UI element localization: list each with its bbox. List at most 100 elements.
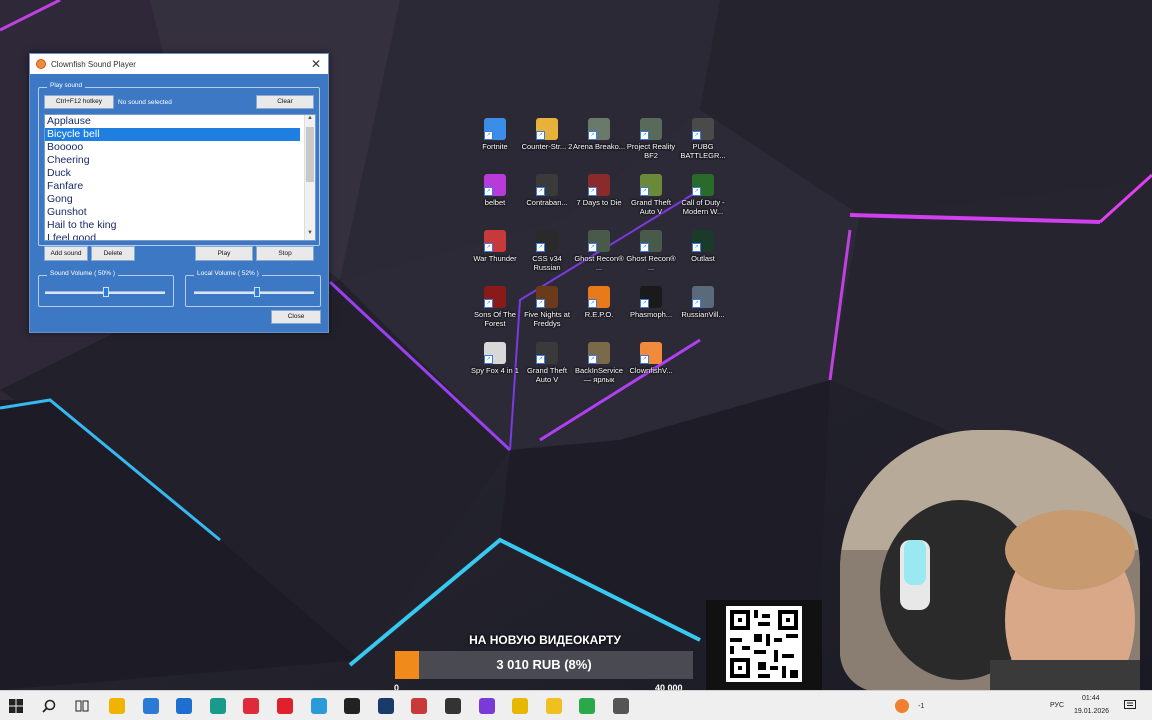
counter-strike-icon: ↗	[536, 118, 558, 140]
desktop-icon-label: Grand Theft Auto V	[631, 198, 671, 216]
spy-fox-icon: ↗	[484, 342, 506, 364]
language-indicator[interactable]: РУС	[1050, 702, 1064, 709]
desktop-icon[interactable]: ↗ Ghost Recon® ...	[572, 230, 626, 272]
desktop-icon[interactable]: ↗ War Thunder	[468, 230, 522, 263]
shortcut-arrow-icon: ↗	[536, 299, 545, 308]
desktop-icon[interactable]: ↗ belbet	[468, 174, 522, 207]
back-in-service-icon: ↗	[588, 342, 610, 364]
opera-gx-icon[interactable]	[243, 698, 260, 714]
sound-list-item[interactable]: Gunshot	[45, 206, 315, 219]
clock-date[interactable]: 19.01.2026	[1074, 708, 1109, 715]
fnaf-icon: ↗	[536, 286, 558, 308]
tf-icon[interactable]	[411, 698, 428, 714]
sound-list-item[interactable]: I feel good	[45, 232, 315, 240]
desktop-icon-label: Outlast	[691, 254, 715, 263]
desktop-icon[interactable]: ↗ CSS v34 Russian	[520, 230, 574, 272]
desktop-icon[interactable]: ↗ Grand Theft Auto V	[520, 342, 574, 384]
delete-button[interactable]: Delete	[91, 246, 135, 261]
shortcut-arrow-icon: ↗	[692, 243, 701, 252]
stop-button[interactable]: Stop	[256, 246, 314, 261]
qr-code-icon	[726, 606, 802, 682]
app2-icon[interactable]	[478, 698, 495, 714]
desktop-icon[interactable]: ↗ 7 Days to Die	[572, 174, 626, 207]
local-volume-group: Local Volume ( 52% )	[185, 270, 321, 307]
desktop-icon[interactable]: ↗ BackInService — ярлык	[572, 342, 626, 384]
shortcut-arrow-icon: ↗	[640, 131, 649, 140]
epic-games-icon[interactable]	[344, 698, 361, 714]
desktop-icon[interactable]: ↗ PUBG BATTLEGR...	[676, 118, 730, 160]
shortcut-arrow-icon: ↗	[640, 187, 649, 196]
scroll-down-icon[interactable]: ▼	[305, 230, 315, 240]
edge-icon[interactable]	[209, 698, 226, 714]
close-window-icon[interactable]: ✕	[308, 56, 324, 72]
app-icon[interactable]	[445, 698, 461, 714]
desktop-icon[interactable]: ↗ Sons Of The Forest	[468, 286, 522, 328]
add-sound-button[interactable]: Add sound	[44, 246, 88, 261]
desktop-icon[interactable]: ↗ R.E.P.O.	[572, 286, 626, 319]
close-button[interactable]: Close	[271, 310, 321, 324]
weather-temp: -1	[918, 703, 925, 710]
desktop-icon[interactable]: ↗ Outlast	[676, 230, 730, 263]
task-view-icon[interactable]	[75, 699, 89, 713]
status-label: No sound selected	[118, 99, 172, 106]
shortcut-arrow-icon: ↗	[536, 355, 545, 364]
notifications-icon[interactable]	[1124, 700, 1136, 711]
desktop-icon-label: Grand Theft Auto V	[527, 366, 567, 384]
list-scrollbar[interactable]: ▲ ▼	[304, 115, 315, 240]
steam-icon[interactable]	[377, 698, 394, 714]
desktop-icon-label: BackInService — ярлык	[575, 366, 623, 384]
sound-list-item[interactable]: Booooo	[45, 141, 315, 154]
desktop-icon-label: Fortnite	[482, 142, 508, 151]
clear-button[interactable]: Clear	[256, 95, 314, 109]
file-explorer-icon[interactable]	[109, 698, 125, 714]
desktop-icon[interactable]: ↗ Arena Breako...	[572, 118, 626, 151]
sound-list-item[interactable]: Bicycle bell	[45, 128, 300, 141]
shortcut-arrow-icon: ↗	[536, 131, 545, 140]
belbet-icon: ↗	[484, 174, 506, 196]
sound-list-item[interactable]: Fanfare	[45, 180, 315, 193]
sound-list-item[interactable]: Applause	[45, 115, 315, 128]
desktop-icon[interactable]: ↗ Contraban...	[520, 174, 574, 207]
desktop-icon[interactable]: ↗ Project Reality BF2	[624, 118, 678, 160]
clock-time[interactable]: 01:44	[1082, 695, 1100, 702]
outlast-icon: ↗	[692, 230, 714, 252]
window-title: Clownfish Sound Player	[51, 59, 136, 69]
green-app-icon[interactable]	[579, 698, 596, 714]
sound-volume-slider[interactable]	[103, 287, 109, 297]
desktop-icon[interactable]: ↗ Five Nights at Freddys	[520, 286, 574, 328]
coin-icon[interactable]	[512, 698, 529, 714]
sound-list-item[interactable]: Duck	[45, 167, 315, 180]
weather-icon[interactable]	[895, 699, 909, 713]
desktop-icon[interactable]: ↗ Spy Fox 4 in 1	[468, 342, 522, 375]
search-icon[interactable]	[42, 699, 56, 713]
desktop-icon[interactable]: ↗ RussianVill...	[676, 286, 730, 319]
opera-icon[interactable]	[277, 698, 293, 714]
play-button[interactable]: Play	[195, 246, 253, 261]
gear-icon[interactable]	[613, 698, 629, 714]
scrollbar-thumb[interactable]	[306, 127, 314, 182]
desktop-icon[interactable]: ↗ ClownfishV...	[624, 342, 678, 375]
desktop-icon[interactable]: ↗ Grand Theft Auto V	[624, 174, 678, 216]
sun-icon[interactable]	[545, 698, 562, 714]
desktop-icon-label: CSS v34 Russian	[532, 254, 562, 272]
title-bar[interactable]: Clownfish Sound Player ✕	[30, 54, 328, 74]
desktop-icon-label: PUBG BATTLEGR...	[680, 142, 726, 160]
desktop-icon[interactable]: ↗ Phasmoph...	[624, 286, 678, 319]
scroll-up-icon[interactable]: ▲	[305, 115, 315, 125]
shortcut-arrow-icon: ↗	[640, 355, 649, 364]
desktop-icon[interactable]: ↗ Fortnite	[468, 118, 522, 151]
desktop-icon[interactable]: ↗ Ghost Recon® ...	[624, 230, 678, 272]
telegram-icon[interactable]	[310, 698, 327, 714]
windows-start-icon[interactable]	[9, 699, 23, 713]
sound-list[interactable]: Applause Bicycle bell Booooo Cheering Duck Fa…	[44, 114, 316, 241]
desktop-icon[interactable]: ↗ Call of Duty - Modern W...	[676, 174, 730, 216]
sound-list-item[interactable]: Cheering	[45, 154, 315, 167]
store-icon[interactable]	[142, 698, 159, 714]
sound-list-item[interactable]: Hail to the king	[45, 219, 315, 232]
mail-icon[interactable]	[176, 698, 193, 714]
sound-list-item[interactable]: Gong	[45, 193, 315, 206]
hotkey-button[interactable]: Ctrl+F12 hotkey	[44, 95, 114, 109]
desktop-icon[interactable]: ↗ Counter-Str... 2	[520, 118, 574, 151]
local-volume-slider[interactable]	[254, 287, 261, 297]
desktop: ↗ Fortnite ↗ Counter-Str... 2 ↗ Arena Breako.…	[0, 0, 1152, 720]
